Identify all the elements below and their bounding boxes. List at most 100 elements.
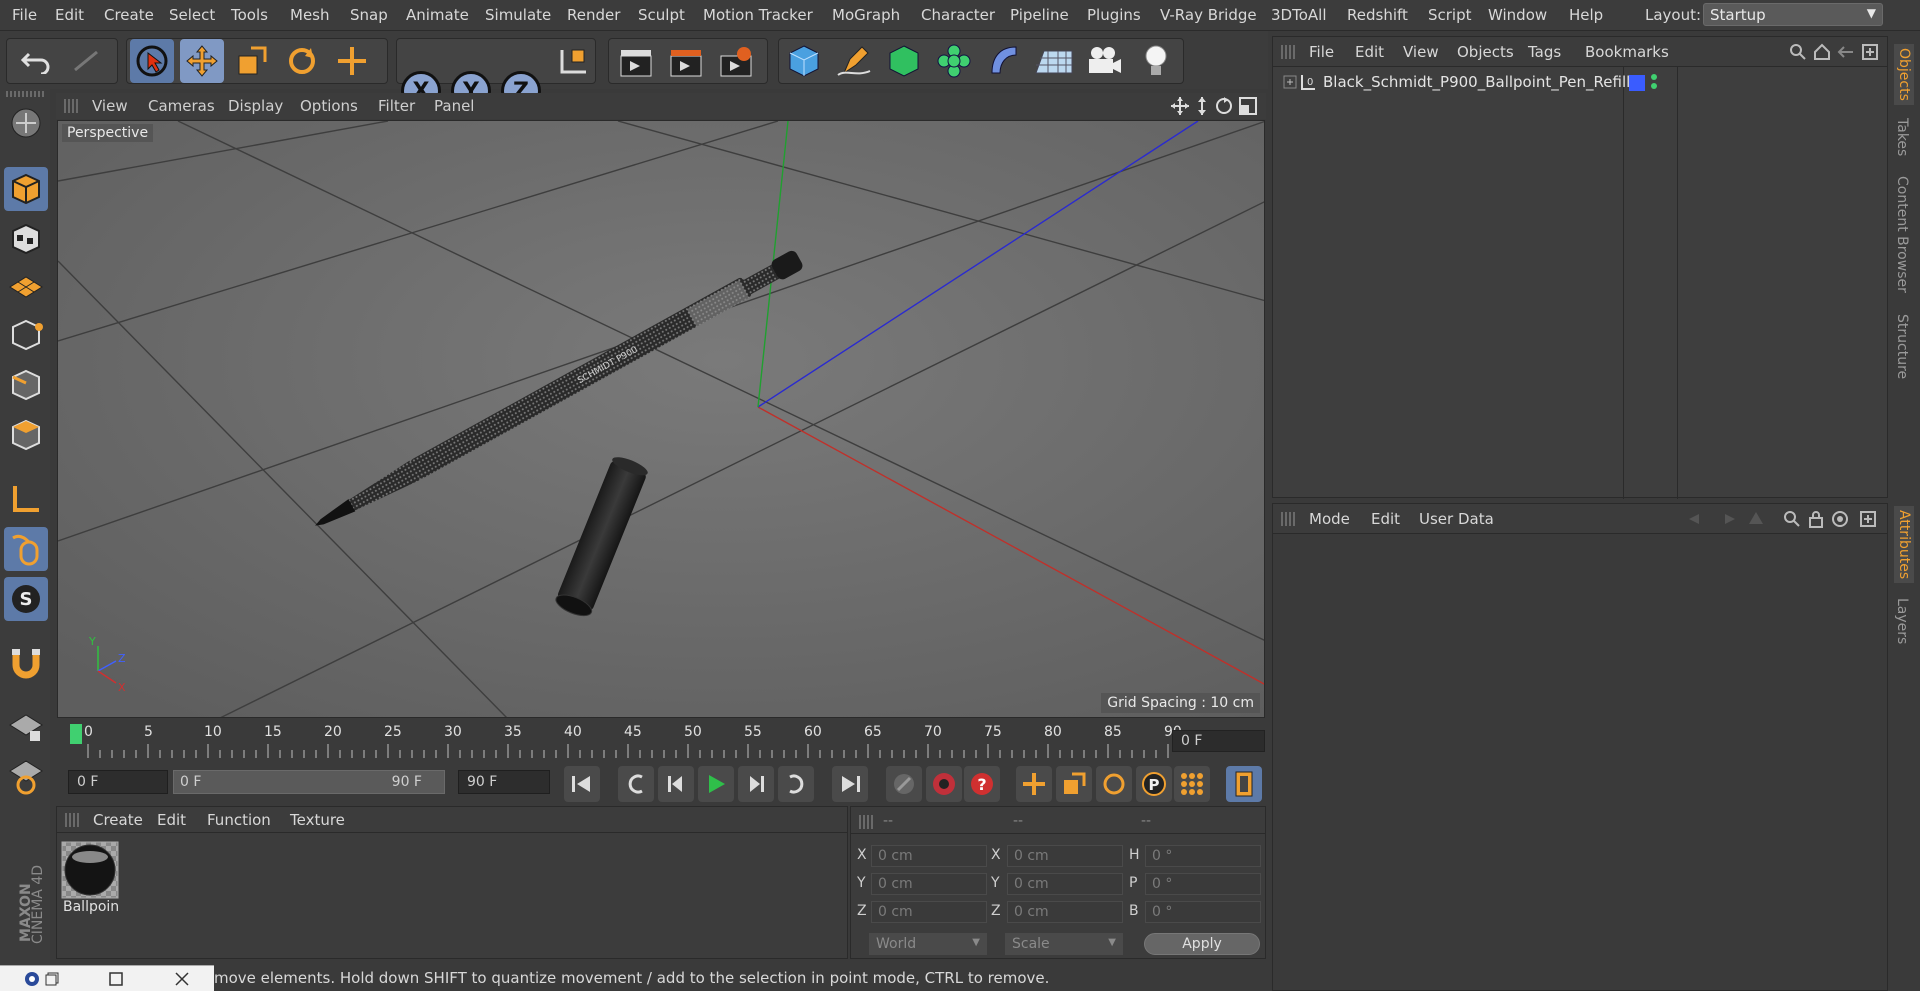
add-cube-button[interactable]: [782, 39, 826, 83]
add-light-button[interactable]: [1134, 39, 1178, 83]
workplane-mode-button[interactable]: [4, 265, 48, 309]
size-z-field[interactable]: 0 cm: [1007, 901, 1123, 923]
autokey-button[interactable]: [926, 766, 962, 802]
navigate-arrows-icon[interactable]: [1687, 512, 1737, 526]
menu-animate[interactable]: Animate: [406, 6, 469, 24]
object-name[interactable]: Black_Schmidt_P900_Ballpoint_Pen_Refill: [1323, 73, 1630, 91]
key-scale-button[interactable]: [1056, 766, 1092, 802]
points-mode-button[interactable]: [4, 313, 48, 357]
model-mode-button[interactable]: [4, 167, 48, 211]
menu-tools[interactable]: Tools: [231, 6, 268, 24]
max-time-field[interactable]: 90 F: [458, 770, 550, 794]
viewport-menu-view[interactable]: View: [92, 97, 128, 115]
lock-workplane-button[interactable]: [4, 705, 48, 749]
menu-character[interactable]: Character: [921, 6, 995, 24]
object-menu-edit[interactable]: Edit: [1355, 43, 1384, 61]
pan-view-icon[interactable]: [1170, 96, 1190, 116]
menu-plugins[interactable]: Plugins: [1087, 6, 1141, 24]
lock-icon[interactable]: [1807, 510, 1825, 528]
add-camera-button[interactable]: [1082, 39, 1126, 83]
layout-select[interactable]: Startup ▼: [1703, 3, 1883, 26]
viewport-menu-panel[interactable]: Panel: [434, 97, 474, 115]
menu-select[interactable]: Select: [169, 6, 215, 24]
menu-file[interactable]: File: [12, 6, 37, 24]
size-mode-dropdown[interactable]: Scale ▼: [1005, 933, 1123, 955]
viewport-menu-filter[interactable]: Filter: [378, 97, 415, 115]
menu-vray-bridge[interactable]: V-Ray Bridge: [1160, 6, 1257, 24]
layer-color-swatch[interactable]: [1629, 75, 1645, 91]
play-button[interactable]: [698, 766, 734, 802]
timeline-ruler[interactable]: 051015202530354045505560657075808590: [56, 722, 1266, 762]
perspective-viewport[interactable]: SCHMIDT P900 Y Z X Perspective Grid Spac…: [57, 120, 1265, 718]
expand-icon[interactable]: [1283, 75, 1297, 89]
pos-y-field[interactable]: 0 cm: [871, 873, 987, 895]
attribute-menu-edit[interactable]: Edit: [1371, 510, 1400, 528]
attribute-menu-mode[interactable]: Mode: [1309, 510, 1350, 528]
pos-z-field[interactable]: 0 cm: [871, 901, 987, 923]
preview-range-slider[interactable]: 0 F 90 F: [173, 770, 445, 794]
menu-simulate[interactable]: Simulate: [485, 6, 551, 24]
previous-frame-button[interactable]: [658, 766, 694, 802]
next-frame-button[interactable]: [738, 766, 774, 802]
viewport-menu-cameras[interactable]: Cameras: [148, 97, 215, 115]
rot-h-field[interactable]: 0 °: [1145, 845, 1261, 867]
editor-visibility-dot[interactable]: [1651, 74, 1657, 80]
playhead-marker[interactable]: [70, 724, 82, 744]
keyframe-selection-button[interactable]: ?: [964, 766, 1000, 802]
object-row[interactable]: 0 Black_Schmidt_P900_Ballpoint_Pen_Refil…: [1273, 71, 1887, 95]
material-menu-texture[interactable]: Texture: [290, 811, 345, 829]
material-menu-edit[interactable]: Edit: [157, 811, 186, 829]
render-visibility-dot[interactable]: [1651, 83, 1657, 89]
new-panel-icon[interactable]: [1861, 43, 1879, 61]
rot-b-field[interactable]: 0 °: [1145, 901, 1261, 923]
render-picture-viewer-button[interactable]: [664, 39, 708, 83]
add-deformer-button[interactable]: [982, 39, 1026, 83]
snap-button[interactable]: [4, 641, 48, 685]
render-view-button[interactable]: [614, 39, 658, 83]
tab-structure[interactable]: Structure: [1894, 314, 1910, 379]
polygons-mode-button[interactable]: [4, 413, 48, 457]
go-to-start-button[interactable]: [564, 766, 600, 802]
tab-content-browser[interactable]: Content Browser: [1894, 176, 1910, 293]
zoom-view-icon[interactable]: [1194, 96, 1210, 116]
enable-axis-button[interactable]: [4, 477, 48, 521]
cinema4d-app-icon[interactable]: [24, 971, 42, 987]
search-icon[interactable]: [1789, 43, 1807, 61]
viewport-menu-options[interactable]: Options: [300, 97, 358, 115]
close-icon[interactable]: [174, 971, 190, 987]
add-cloner-button[interactable]: [932, 39, 976, 83]
rotate-view-icon[interactable]: [1214, 96, 1234, 116]
apply-button[interactable]: Apply: [1144, 933, 1260, 955]
menu-mesh[interactable]: Mesh: [290, 6, 330, 24]
min-time-field[interactable]: 0 F: [68, 770, 168, 794]
menu-window[interactable]: Window: [1488, 6, 1547, 24]
maximize-view-icon[interactable]: [1238, 96, 1258, 116]
menu-edit[interactable]: Edit: [55, 6, 84, 24]
up-arrow-icon[interactable]: [1747, 510, 1765, 528]
live-selection-button[interactable]: [130, 39, 174, 83]
menu-mograph[interactable]: MoGraph: [832, 6, 900, 24]
key-point-level-button[interactable]: [1174, 766, 1210, 802]
planar-workplane-button[interactable]: [4, 755, 48, 799]
object-menu-objects[interactable]: Objects: [1457, 43, 1514, 61]
object-menu-tags[interactable]: Tags: [1528, 43, 1561, 61]
render-settings-button[interactable]: [714, 39, 758, 83]
object-menu-bookmarks[interactable]: Bookmarks: [1585, 43, 1669, 61]
menu-script[interactable]: Script: [1428, 6, 1472, 24]
tab-attributes[interactable]: Attributes: [1894, 506, 1914, 584]
attribute-menu-user-data[interactable]: User Data: [1419, 510, 1494, 528]
add-subdivision-button[interactable]: [882, 39, 926, 83]
go-to-end-button[interactable]: [832, 766, 868, 802]
next-key-button[interactable]: [778, 766, 814, 802]
recent-tools-button[interactable]: [330, 39, 374, 83]
add-spline-pen-button[interactable]: [832, 39, 876, 83]
home-icon[interactable]: [1813, 43, 1831, 61]
undo-button[interactable]: [14, 39, 58, 83]
coordinate-mode-dropdown[interactable]: World ▼: [869, 933, 987, 955]
make-editable-button[interactable]: [4, 101, 48, 145]
move-button[interactable]: [180, 39, 224, 83]
size-y-field[interactable]: 0 cm: [1007, 873, 1123, 895]
previous-key-button[interactable]: [618, 766, 654, 802]
rot-p-field[interactable]: 0 °: [1145, 873, 1261, 895]
menu-redshift[interactable]: Redshift: [1347, 6, 1408, 24]
